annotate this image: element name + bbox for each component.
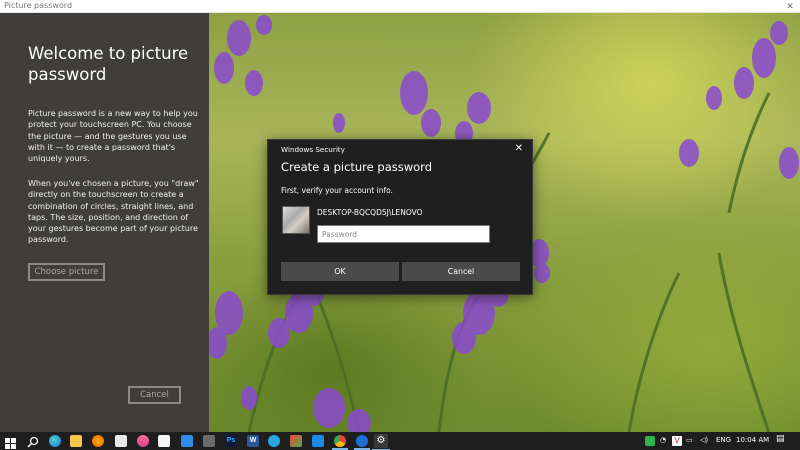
wifi-icon[interactable]: ◔	[660, 436, 666, 444]
firefox-icon[interactable]	[92, 435, 104, 447]
word-icon[interactable]: W	[247, 435, 259, 447]
windows-start-icon[interactable]	[5, 436, 16, 449]
app-icon[interactable]	[158, 435, 170, 447]
taskbar: Ps W ⚙ ◔ V ▭ ◁) ENG 10:04 AM ▤	[0, 432, 800, 450]
password-field[interactable]	[317, 225, 490, 243]
left-panel: Welcome to picture password Picture pass…	[0, 13, 209, 432]
choose-picture-button[interactable]: Choose picture	[28, 263, 105, 281]
app-icon[interactable]	[137, 435, 149, 447]
page-title: Welcome to picture password	[28, 44, 189, 84]
window-titlebar: Picture password ✕	[0, 0, 800, 13]
settings-icon[interactable]: ⚙	[372, 434, 390, 450]
ok-button[interactable]: OK	[281, 262, 399, 281]
dialog-close-icon[interactable]: ✕	[515, 143, 523, 154]
tray-app-icon[interactable]	[645, 436, 655, 446]
window-title: Picture password	[4, 1, 73, 10]
mail-icon[interactable]	[181, 435, 193, 447]
user-avatar	[282, 206, 310, 234]
clock[interactable]: 10:04 AM	[736, 436, 769, 444]
battery-icon[interactable]: ▭	[686, 436, 693, 444]
dialog-title: Windows Security	[281, 145, 345, 154]
search-icon[interactable]	[27, 435, 39, 448]
app-icon[interactable]	[354, 435, 370, 450]
app-icon[interactable]	[290, 435, 302, 447]
photoshop-icon[interactable]: Ps	[225, 435, 237, 447]
store-icon[interactable]	[115, 435, 127, 447]
file-explorer-icon[interactable]	[70, 435, 82, 447]
dialog-heading: Create a picture password	[281, 160, 432, 174]
dialog-cancel-button[interactable]: Cancel	[402, 262, 520, 281]
close-icon[interactable]: ✕	[780, 0, 800, 13]
dialog-subheading: First, verify your account info.	[281, 186, 393, 195]
instructions-paragraph: When you've chosen a picture, you "draw"…	[28, 179, 199, 245]
camera-icon[interactable]	[203, 435, 215, 447]
chrome-icon[interactable]	[332, 435, 348, 450]
volume-icon[interactable]: ◁)	[700, 436, 708, 444]
app-icon[interactable]	[312, 435, 324, 447]
antivirus-icon[interactable]: V	[672, 436, 682, 446]
windows-security-dialog: Windows Security ✕ Create a picture pass…	[267, 139, 533, 295]
telegram-icon[interactable]	[268, 435, 280, 447]
intro-paragraph: Picture password is a new way to help yo…	[28, 109, 198, 164]
account-name: DESKTOP-BQCQD5J\LENOVO	[317, 208, 423, 217]
cancel-button[interactable]: Cancel	[128, 386, 181, 404]
edge-icon[interactable]	[49, 435, 61, 447]
notifications-icon[interactable]: ▤	[776, 434, 785, 444]
language-indicator[interactable]: ENG	[716, 436, 731, 444]
